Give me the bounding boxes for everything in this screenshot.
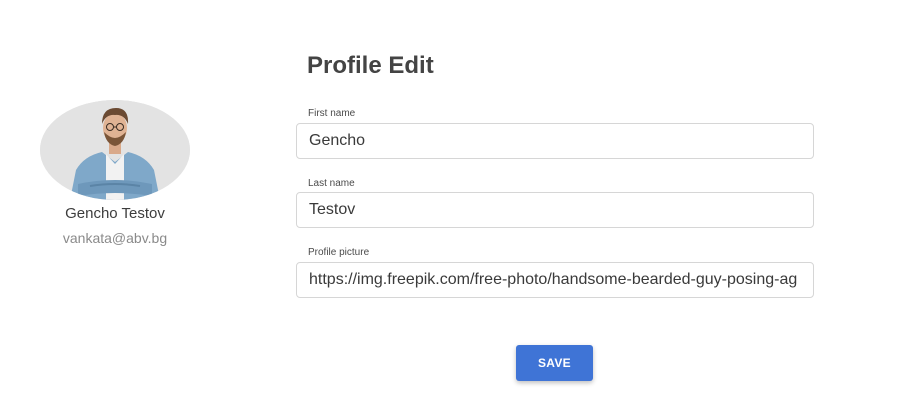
page-title: Profile Edit	[307, 52, 434, 79]
last-name-label: Last name	[308, 178, 355, 189]
profile-card: Gencho Testov vankata@abv.bg	[40, 100, 190, 247]
profile-picture-input[interactable]	[296, 262, 814, 298]
avatar	[40, 100, 190, 200]
last-name-input[interactable]	[296, 192, 814, 228]
profile-name: Gencho Testov	[65, 205, 165, 222]
profile-email: vankata@abv.bg	[62, 230, 168, 246]
avatar-photo	[40, 100, 190, 200]
first-name-input[interactable]	[296, 123, 814, 159]
save-button[interactable]: SAVE	[516, 345, 593, 381]
first-name-label: First name	[308, 108, 356, 119]
profile-picture-label: Profile picture	[308, 247, 370, 258]
